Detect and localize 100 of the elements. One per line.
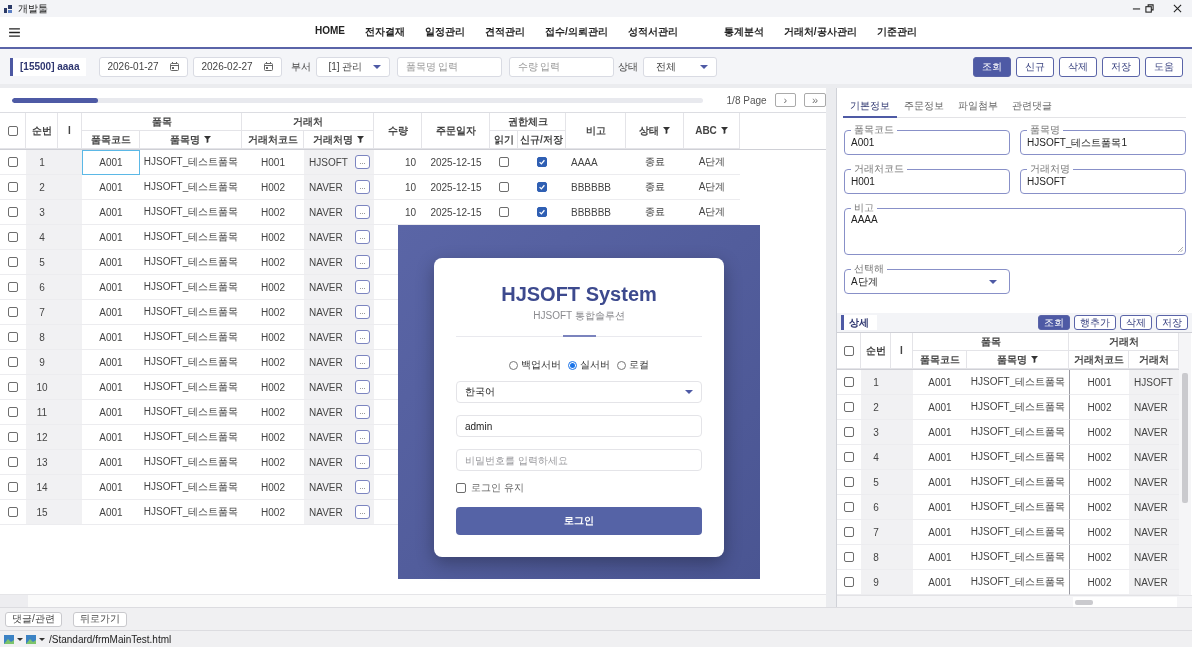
horizontal-scrollbar[interactable]	[1073, 597, 1177, 607]
toolbar-button[interactable]: 조회	[973, 56, 1011, 77]
toolbar-button[interactable]: 신규	[1016, 56, 1054, 77]
row-checkbox[interactable]	[844, 502, 854, 512]
row-checkbox[interactable]	[8, 332, 18, 342]
lookup-button[interactable]: ...	[355, 330, 370, 344]
login-button[interactable]: 로그인	[456, 507, 702, 535]
calendar-icon[interactable]	[169, 62, 179, 71]
lookup-button[interactable]: ...	[355, 430, 370, 444]
row-checkbox[interactable]	[8, 482, 18, 492]
lookup-button[interactable]: ...	[355, 355, 370, 369]
lookup-button[interactable]: ...	[355, 230, 370, 244]
toolbar-button[interactable]: 도움	[1145, 56, 1183, 77]
menu-item[interactable]: 성적서관리	[627, 25, 678, 39]
dropdown[interactable]: 선택해 A단계	[844, 264, 1010, 294]
select-all-checkbox[interactable]	[843, 345, 854, 356]
caret-icon[interactable]	[17, 637, 23, 641]
pager-button[interactable]: »	[804, 93, 826, 107]
save-checkbox[interactable]	[537, 182, 547, 192]
row-checkbox[interactable]	[844, 577, 854, 587]
filter-icon[interactable]	[720, 127, 728, 134]
grid-button[interactable]: 삭제	[1120, 315, 1152, 330]
lookup-button[interactable]: ...	[355, 280, 370, 294]
lookup-button[interactable]: ...	[355, 305, 370, 319]
close-icon[interactable]	[1173, 4, 1182, 13]
language-dropdown[interactable]: 한국어	[456, 381, 702, 403]
username-field[interactable]: admin	[456, 415, 702, 437]
row-checkbox[interactable]	[8, 407, 18, 417]
tab[interactable]: 관련댓글	[1005, 95, 1059, 118]
row-checkbox[interactable]	[844, 402, 854, 412]
row-checkbox[interactable]	[8, 207, 18, 217]
calendar-icon[interactable]	[263, 62, 273, 71]
tab[interactable]: 기본정보	[843, 95, 897, 118]
read-checkbox[interactable]	[499, 157, 509, 167]
save-checkbox[interactable]	[537, 207, 547, 217]
read-checkbox[interactable]	[499, 182, 509, 192]
text-field[interactable]: 거래처코드 H001	[844, 164, 1010, 194]
row-checkbox[interactable]	[8, 357, 18, 367]
lookup-button[interactable]: ...	[355, 180, 370, 194]
lookup-button[interactable]: ...	[355, 380, 370, 394]
dropdown[interactable]: 전체	[642, 56, 717, 77]
menu-item[interactable]: 전자결재	[365, 25, 405, 39]
row-checkbox[interactable]	[8, 382, 18, 392]
image-icon[interactable]	[26, 634, 36, 644]
grid-button[interactable]: 행추가	[1074, 315, 1116, 330]
filter-icon[interactable]	[204, 136, 211, 143]
select-all-checkbox[interactable]	[7, 125, 18, 136]
menu-item[interactable]: 거래처/공사관리	[783, 25, 857, 39]
input-field[interactable]: 품목명 입력	[396, 56, 502, 77]
horizontal-scrollbar[interactable]	[0, 594, 826, 607]
radio-button[interactable]	[617, 360, 626, 370]
row-checkbox[interactable]	[8, 182, 18, 192]
row-checkbox[interactable]	[8, 157, 18, 167]
lookup-button[interactable]: ...	[355, 255, 370, 269]
password-field[interactable]: 비밀번호를 입력하세요	[456, 449, 702, 471]
menu-item[interactable]: 접수/의뢰관리	[545, 25, 608, 39]
date-field[interactable]: 2026-02-27	[192, 56, 282, 77]
menu-item[interactable]: 일정관리	[425, 25, 465, 39]
grid-button[interactable]: 저장	[1156, 315, 1188, 330]
toolbar-button[interactable]: 저장	[1102, 56, 1140, 77]
filter-icon[interactable]	[1031, 356, 1038, 363]
row-checkbox[interactable]	[844, 377, 854, 387]
radio-button[interactable]	[509, 360, 518, 370]
lookup-button[interactable]: ...	[355, 505, 370, 519]
menu-item[interactable]: 기준관리	[876, 25, 917, 39]
menu-item[interactable]: HOME	[315, 25, 345, 39]
radio-button[interactable]	[568, 360, 577, 370]
remarks-field[interactable]: 비고 AAAA	[844, 203, 1186, 255]
read-checkbox[interactable]	[499, 207, 509, 217]
lookup-button[interactable]: ...	[355, 455, 370, 469]
menu-item[interactable]: 통계분석	[723, 25, 764, 39]
resize-grip-icon[interactable]	[1177, 246, 1183, 252]
row-checkbox[interactable]	[844, 527, 854, 537]
filter-icon[interactable]	[357, 136, 364, 143]
row-checkbox[interactable]	[8, 282, 18, 292]
lookup-button[interactable]: ...	[355, 405, 370, 419]
row-checkbox[interactable]	[8, 432, 18, 442]
text-field[interactable]: 품목코드 A001	[844, 125, 1010, 155]
tab[interactable]: 파일첨부	[951, 95, 1005, 118]
tab[interactable]: 주문정보	[897, 95, 951, 118]
filter-icon[interactable]	[663, 127, 670, 134]
grid-button[interactable]: 조회	[1038, 315, 1070, 330]
caret-icon[interactable]	[39, 637, 45, 641]
row-checkbox[interactable]	[844, 552, 854, 562]
row-checkbox[interactable]	[8, 257, 18, 267]
lookup-button[interactable]: ...	[355, 155, 370, 169]
pager-button[interactable]: ›	[774, 93, 797, 107]
row-checkbox[interactable]	[8, 457, 18, 467]
menu-icon[interactable]	[9, 27, 20, 37]
lookup-button[interactable]: ...	[355, 480, 370, 494]
toolbar-button[interactable]: 삭제	[1059, 56, 1097, 77]
remember-checkbox[interactable]	[456, 483, 466, 493]
footer-button[interactable]: 댓글/관련	[5, 611, 62, 627]
lookup-button[interactable]: ...	[355, 205, 370, 219]
row-checkbox[interactable]	[844, 427, 854, 437]
restore-icon[interactable]	[1145, 4, 1154, 13]
footer-button[interactable]: 뒤로가기	[72, 611, 127, 627]
save-checkbox[interactable]	[537, 157, 547, 167]
date-field[interactable]: 2026-01-27	[98, 56, 188, 77]
dropdown[interactable]: [1] 관리	[315, 56, 390, 77]
